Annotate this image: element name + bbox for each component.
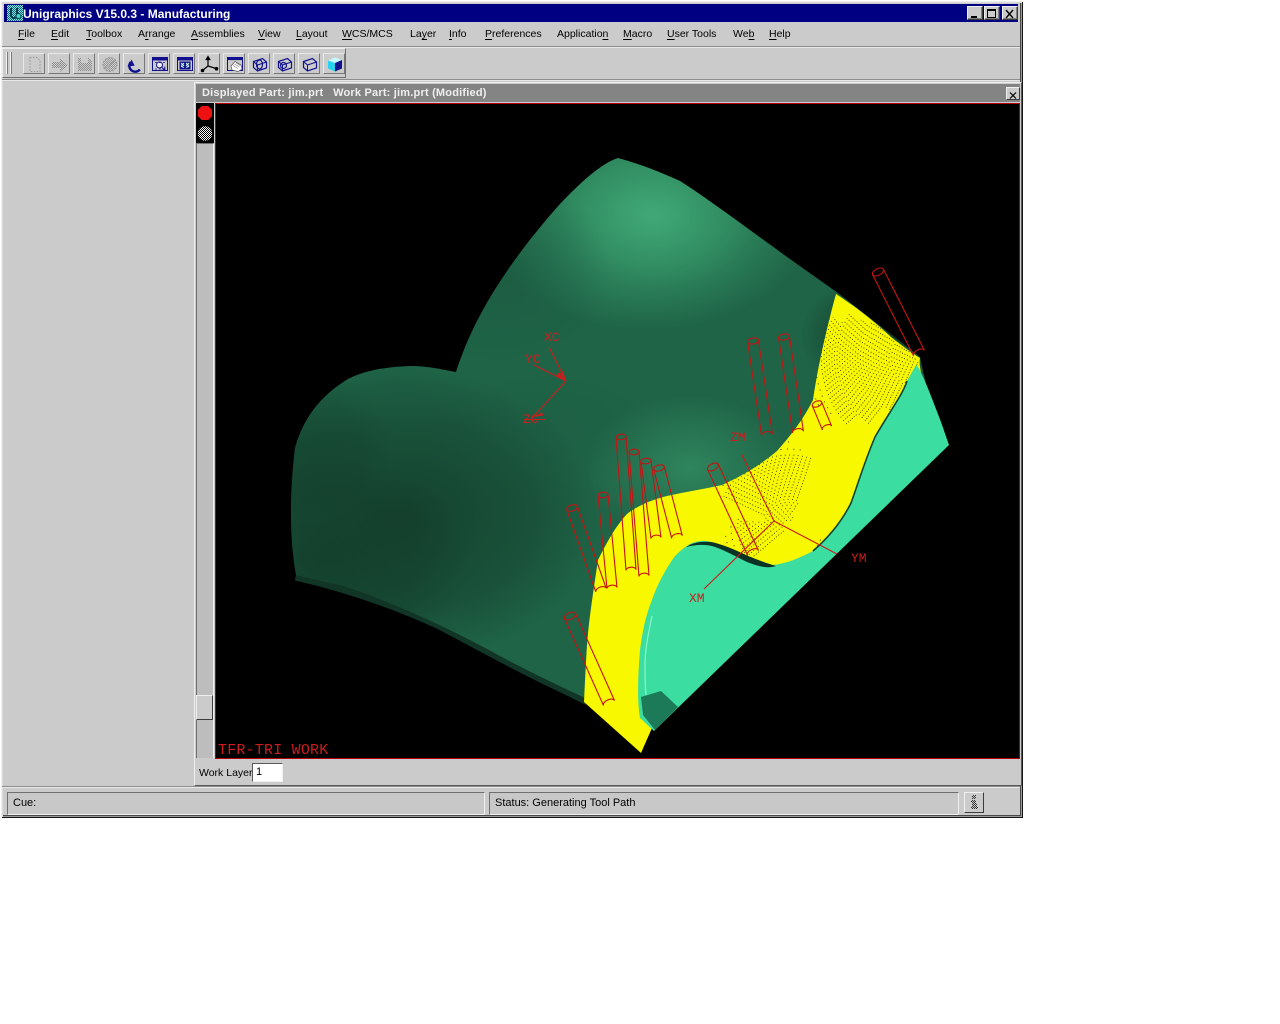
svg-text:ZC: ZC	[523, 412, 539, 427]
svg-text:TFR-TRI WORK: TFR-TRI WORK	[218, 742, 328, 759]
svg-text:XC: XC	[544, 330, 560, 345]
svg-text:YC: YC	[525, 352, 541, 367]
svg-text:ZM: ZM	[730, 430, 746, 445]
svg-text:XM: XM	[689, 591, 705, 606]
svg-text:YM: YM	[851, 551, 867, 566]
